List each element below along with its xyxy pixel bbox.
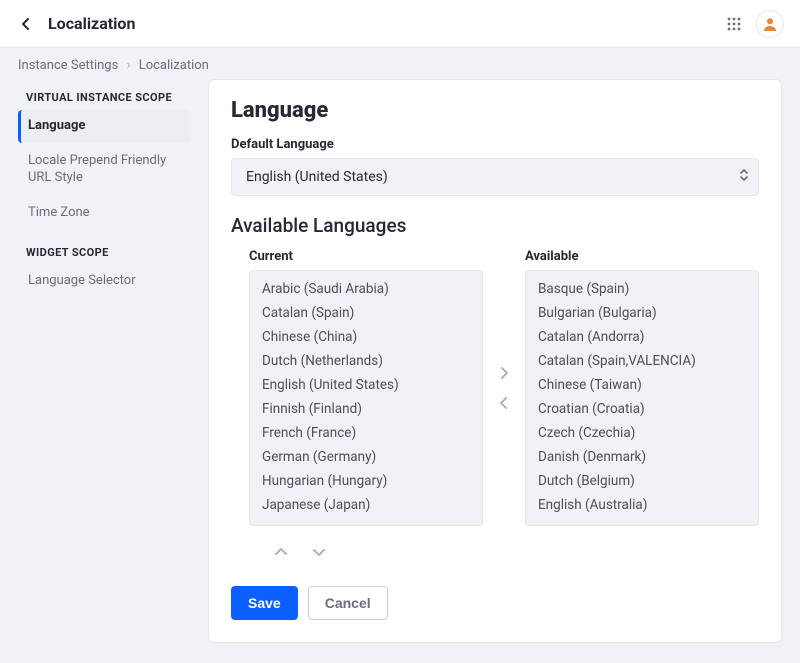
available-list-title: Available	[525, 249, 759, 264]
breadcrumb: Instance Settings › Localization	[0, 48, 800, 79]
breadcrumb-parent[interactable]: Instance Settings	[18, 58, 118, 73]
list-item[interactable]: French (France)	[250, 421, 482, 445]
sidebar-item-language-selector[interactable]: Language Selector	[18, 265, 190, 298]
dual-list: Current Arabic (Saudi Arabia)Catalan (Sp…	[231, 249, 759, 526]
settings-panel: Language Default Language English (Unite…	[208, 79, 782, 643]
sidebar: VIRTUAL INSTANCE SCOPE Language Locale P…	[18, 79, 190, 643]
list-item[interactable]: English (United States)	[250, 373, 482, 397]
list-item[interactable]: Catalan (Andorra)	[526, 325, 758, 349]
default-language-label: Default Language	[231, 137, 759, 152]
save-button[interactable]: Save	[231, 586, 298, 620]
list-item[interactable]: Finnish (Finland)	[250, 397, 482, 421]
chevron-right-icon: ›	[127, 58, 131, 73]
move-down-button[interactable]	[307, 540, 331, 564]
list-item[interactable]: Catalan (Spain)	[250, 301, 482, 325]
list-item[interactable]: Basque (Spain)	[526, 277, 758, 301]
list-item[interactable]: Dutch (Netherlands)	[250, 349, 482, 373]
list-item[interactable]: Hungarian (Hungary)	[250, 469, 482, 493]
list-item[interactable]: German (Germany)	[250, 445, 482, 469]
user-avatar[interactable]	[756, 10, 784, 38]
page-title: Localization	[48, 14, 135, 33]
list-item[interactable]: Arabic (Saudi Arabia)	[250, 277, 482, 301]
current-list-title: Current	[249, 249, 483, 264]
move-up-button[interactable]	[269, 540, 293, 564]
list-item[interactable]: Danish (Denmark)	[526, 445, 758, 469]
move-right-button[interactable]	[492, 361, 516, 385]
list-item[interactable]: Chinese (Taiwan)	[526, 373, 758, 397]
apps-grid-icon[interactable]	[724, 14, 744, 34]
breadcrumb-current: Localization	[139, 58, 209, 73]
scope-heading: WIDGET SCOPE	[18, 240, 190, 265]
sidebar-item-time-zone[interactable]: Time Zone	[18, 197, 190, 230]
sidebar-item-locale-prepend[interactable]: Locale Prepend Friendly URL Style	[18, 145, 190, 195]
list-item[interactable]: Chinese (China)	[250, 325, 482, 349]
topbar: Localization	[0, 0, 800, 48]
back-button[interactable]	[16, 14, 36, 34]
list-item[interactable]: Czech (Czechia)	[526, 421, 758, 445]
default-language-select[interactable]: English (United States)	[231, 158, 759, 196]
panel-heading: Language	[231, 98, 759, 123]
available-languages-heading: Available Languages	[231, 214, 759, 237]
list-item[interactable]: Japanese (Japan)	[250, 493, 482, 517]
available-languages-list[interactable]: Basque (Spain)Bulgarian (Bulgaria)Catala…	[525, 270, 759, 526]
sidebar-item-language[interactable]: Language	[18, 110, 190, 143]
list-item[interactable]: Dutch (Belgium)	[526, 469, 758, 493]
scope-heading: VIRTUAL INSTANCE SCOPE	[18, 85, 190, 110]
list-item[interactable]: Bulgarian (Bulgaria)	[526, 301, 758, 325]
list-item[interactable]: Croatian (Croatia)	[526, 397, 758, 421]
list-item[interactable]: Catalan (Spain,VALENCIA)	[526, 349, 758, 373]
current-languages-list[interactable]: Arabic (Saudi Arabia)Catalan (Spain)Chin…	[249, 270, 483, 526]
move-left-button[interactable]	[492, 391, 516, 415]
cancel-button[interactable]: Cancel	[308, 586, 388, 620]
list-item[interactable]: English (Australia)	[526, 493, 758, 517]
